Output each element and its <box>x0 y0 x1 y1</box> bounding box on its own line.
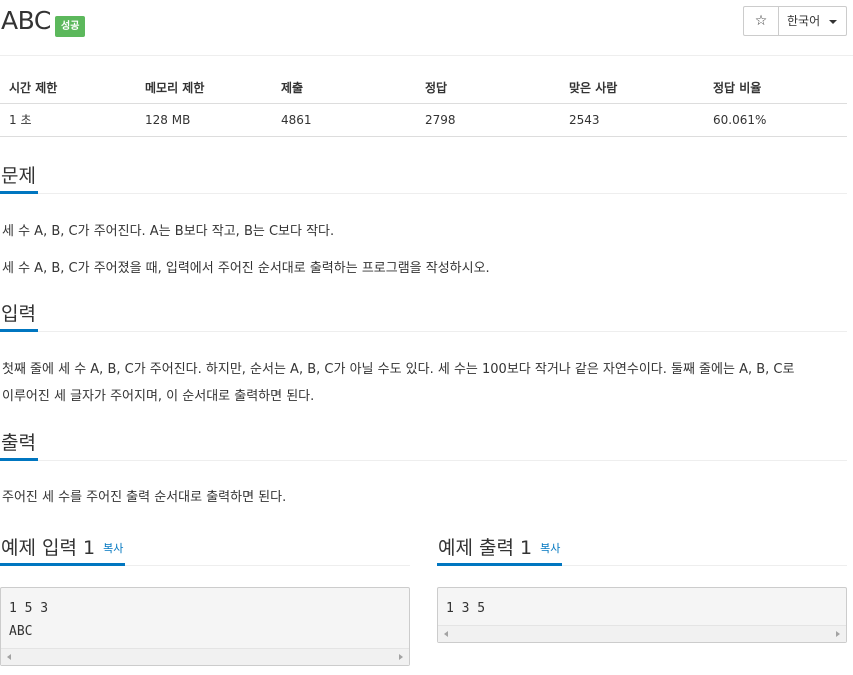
sample-input-scrollbar[interactable] <box>1 648 409 665</box>
language-label: 한국어 <box>787 14 821 28</box>
scroll-left-icon[interactable] <box>7 654 11 660</box>
sample-input-line: 1 5 3 <box>9 601 49 616</box>
input-section-header: 입력 <box>0 299 847 332</box>
problem-info-table: 시간 제한 메모리 제한 제출 정답 맞은 사람 정답 비율 1 초 128 M… <box>0 73 847 137</box>
accepted-value: 2798 <box>416 103 560 137</box>
output-section-title: 출력 <box>0 429 38 461</box>
input-description: 첫째 줄에 세 수 A, B, C가 주어진다. 하지만, 순서는 A, B, … <box>2 356 794 410</box>
header-time-limit: 시간 제한 <box>0 73 136 104</box>
sample-input-line: ABC <box>9 624 33 639</box>
problem-section-title: 문제 <box>0 162 38 194</box>
problem-text-line: 세 수 A, B, C가 주어졌을 때, 입력에서 주어진 순서대로 출력하는 … <box>2 261 490 276</box>
input-text-line: 첫째 줄에 세 수 A, B, C가 주어진다. 하지만, 순서는 A, B, … <box>2 362 795 377</box>
table-header-row: 시간 제한 메모리 제한 제출 정답 맞은 사람 정답 비율 <box>0 73 847 104</box>
header-accepted: 정답 <box>416 73 560 104</box>
header-solved-users: 맞은 사람 <box>560 73 704 104</box>
status-badge: 성공 <box>55 16 86 37</box>
sample-output-header: 예제 출력 1 복사 <box>437 533 847 566</box>
problem-description: 세 수 A, B, C가 주어진다. A는 B보다 작고, B는 C보다 작다.… <box>2 218 490 282</box>
sample-output-scrollbar[interactable] <box>438 625 846 642</box>
sample-output-title: 예제 출력 1 복사 <box>437 534 563 566</box>
memory-limit-value: 128 MB <box>136 103 272 137</box>
star-button[interactable]: ☆ <box>743 6 779 36</box>
input-section-title: 입력 <box>0 300 38 332</box>
sample-output-line: 1 3 5 <box>446 601 486 616</box>
sample-input-title: 예제 입력 1 복사 <box>0 534 126 566</box>
solved-users-value: 2543 <box>560 103 704 137</box>
problem-text-line: 세 수 A, B, C가 주어진다. A는 B보다 작고, B는 C보다 작다. <box>2 224 335 239</box>
sample-input-title-text: 예제 입력 1 <box>1 537 96 559</box>
copy-sample-output-button[interactable]: 복사 <box>540 542 560 555</box>
table-row: 1 초 128 MB 4861 2798 2543 60.061% <box>0 103 847 137</box>
copy-sample-input-button[interactable]: 복사 <box>103 542 123 555</box>
sample-output-title-text: 예제 출력 1 <box>438 537 533 559</box>
output-section-header: 출력 <box>0 428 847 461</box>
header-accept-ratio: 정답 비율 <box>704 73 847 104</box>
time-limit-value: 1 초 <box>0 103 136 137</box>
accept-ratio-value: 60.061% <box>704 103 847 137</box>
sample-input-content: 1 5 3 ABC <box>9 597 48 643</box>
problem-header: ABC 성공 ☆ 한국어 <box>0 0 853 56</box>
output-description: 주어진 세 수를 주어진 출력 순서대로 출력하면 된다. <box>2 484 286 511</box>
scroll-left-icon[interactable] <box>444 631 448 637</box>
sample-output-box[interactable]: 1 3 5 <box>437 587 847 643</box>
sample-input-header: 예제 입력 1 복사 <box>0 533 410 566</box>
header-memory-limit: 메모리 제한 <box>136 73 272 104</box>
submissions-value: 4861 <box>272 103 416 137</box>
scroll-right-icon[interactable] <box>399 654 403 660</box>
header-submissions: 제출 <box>272 73 416 104</box>
problem-section-header: 문제 <box>0 161 847 194</box>
sample-output-content: 1 3 5 <box>446 597 485 620</box>
sample-input-box[interactable]: 1 5 3 ABC <box>0 587 410 666</box>
input-text-line: 이루어진 세 글자가 주어지며, 이 순서대로 출력하면 된다. <box>2 389 315 404</box>
language-dropdown[interactable]: 한국어 <box>778 6 847 36</box>
scroll-right-icon[interactable] <box>836 631 840 637</box>
star-icon: ☆ <box>754 13 768 29</box>
page-title: ABC <box>1 6 51 35</box>
caret-down-icon <box>829 20 837 24</box>
output-text-line: 주어진 세 수를 주어진 출력 순서대로 출력하면 된다. <box>2 490 287 505</box>
